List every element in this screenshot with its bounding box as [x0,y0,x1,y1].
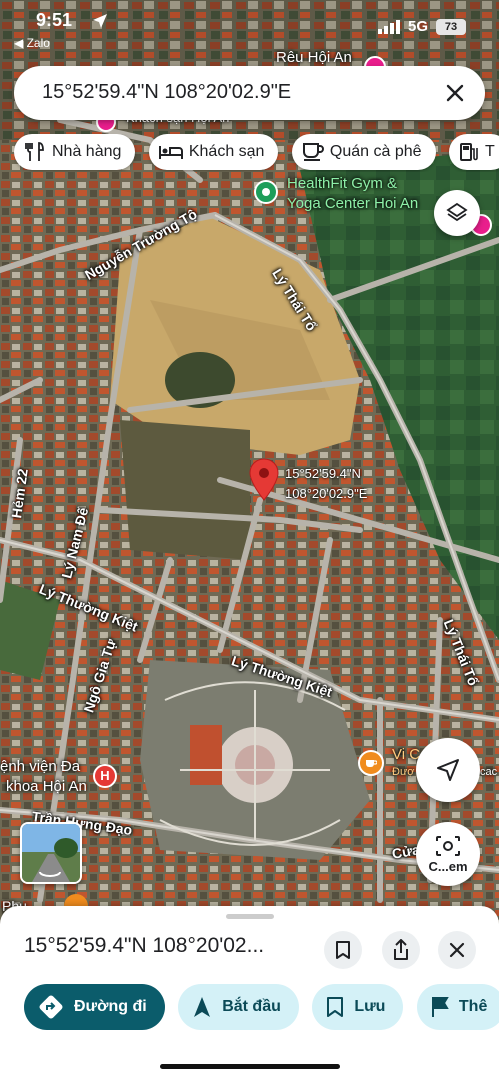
street-view-button[interactable]: C...em [416,822,480,886]
signal-icon [378,20,400,34]
directions-button[interactable]: Đường đi [24,984,165,1030]
search-bar[interactable]: 15°52'59.4"N 108°20'02.9"E [14,66,485,120]
location-arrow-icon [93,14,107,28]
place-title: 15°52'59.4"N 108°20'02... [24,934,265,957]
layers-icon [446,202,468,222]
location-pin-icon [249,458,279,501]
navigation-icon [194,997,211,1017]
chip-cafes[interactable]: Quán cà phê [291,134,436,170]
back-to-app-link[interactable]: ◀ Zalo [14,36,50,50]
place-bottom-sheet[interactable]: 15°52'59.4"N 108°20'02... Đường đi Bắt đ… [0,906,499,1080]
home-indicator[interactable] [160,1064,340,1069]
flag-icon [431,997,449,1017]
action-label: Bắt đầu [222,998,281,1015]
save-bookmark-button[interactable] [324,931,362,969]
poi-label-benh-vien[interactable]: khoa Hội An [6,778,87,795]
pin-coordinate-label: 15°52'59.4"N [285,466,361,481]
save-button[interactable]: Lưu [312,984,404,1030]
layers-button[interactable] [434,190,480,236]
street-view-label: C...em [428,858,468,874]
start-button[interactable]: Bắt đầu [178,984,299,1030]
status-bar: 9:51 ◀ Zalo 5G 73 [0,0,499,50]
chip-label: T [484,143,495,160]
search-query[interactable]: 15°52'59.4"N 108°20'02.9"E [42,81,291,104]
chip-label: Nhà hàng [52,143,122,160]
restaurant-icon [25,142,44,161]
camera-lens-icon [436,835,460,856]
my-location-button[interactable] [416,738,480,802]
poi-label-healthfit[interactable]: Yoga Center Hoi An [287,195,418,212]
cafe-marker-icon[interactable] [358,750,384,776]
hospital-marker-icon[interactable]: H [93,764,117,788]
category-chips: Nhà hàng Khách sạn Quán cà phê T [14,134,499,172]
bookmark-icon [336,941,350,959]
add-label-button[interactable]: Thê [416,984,499,1030]
chip-label: Khách sạn [188,143,265,160]
coffee-icon [302,143,324,161]
share-icon [394,939,408,960]
gas-station-icon [459,143,478,161]
navigation-arrow-icon [437,759,459,781]
street-view-preview [22,824,80,882]
street-view-thumbnail[interactable] [20,822,82,884]
close-icon [449,942,465,958]
directions-icon [39,995,63,1019]
chip-gas-stations[interactable]: T [448,134,499,170]
close-icon[interactable] [439,77,471,109]
battery-icon: 73 [436,19,466,35]
action-buttons: Đường đi Bắt đầu Lưu Thê [24,984,499,1032]
poi-label-reu-hoi-an[interactable]: Rêu Hội An [276,49,352,66]
poi-label-healthfit[interactable]: HealthFit Gym & [287,175,397,192]
status-time: 9:51 [36,10,73,30]
pin-coordinate-label: 108°20'02.9"E [285,486,368,501]
chip-hotels[interactable]: Khách sạn [148,134,279,170]
poi-label-duoc: Đượ [392,766,415,778]
bookmark-icon [327,997,344,1017]
chip-label: Quán cà phê [329,143,422,160]
share-button[interactable] [382,931,420,969]
chip-restaurants[interactable]: Nhà hàng [14,134,136,170]
drag-handle[interactable] [226,914,274,919]
network-type: 5G [408,18,429,35]
action-label: Đường đi [74,998,147,1015]
gym-marker-icon[interactable] [254,180,278,204]
action-label: Thê [458,998,488,1015]
hotel-icon [158,146,183,159]
close-sheet-button[interactable] [438,931,476,969]
action-label: Lưu [354,998,386,1015]
poi-label-vi[interactable]: Vi C [392,746,420,763]
poi-label-cac: cac [480,766,498,778]
poi-label-benh-vien[interactable]: ệnh viện Đa [0,758,80,775]
